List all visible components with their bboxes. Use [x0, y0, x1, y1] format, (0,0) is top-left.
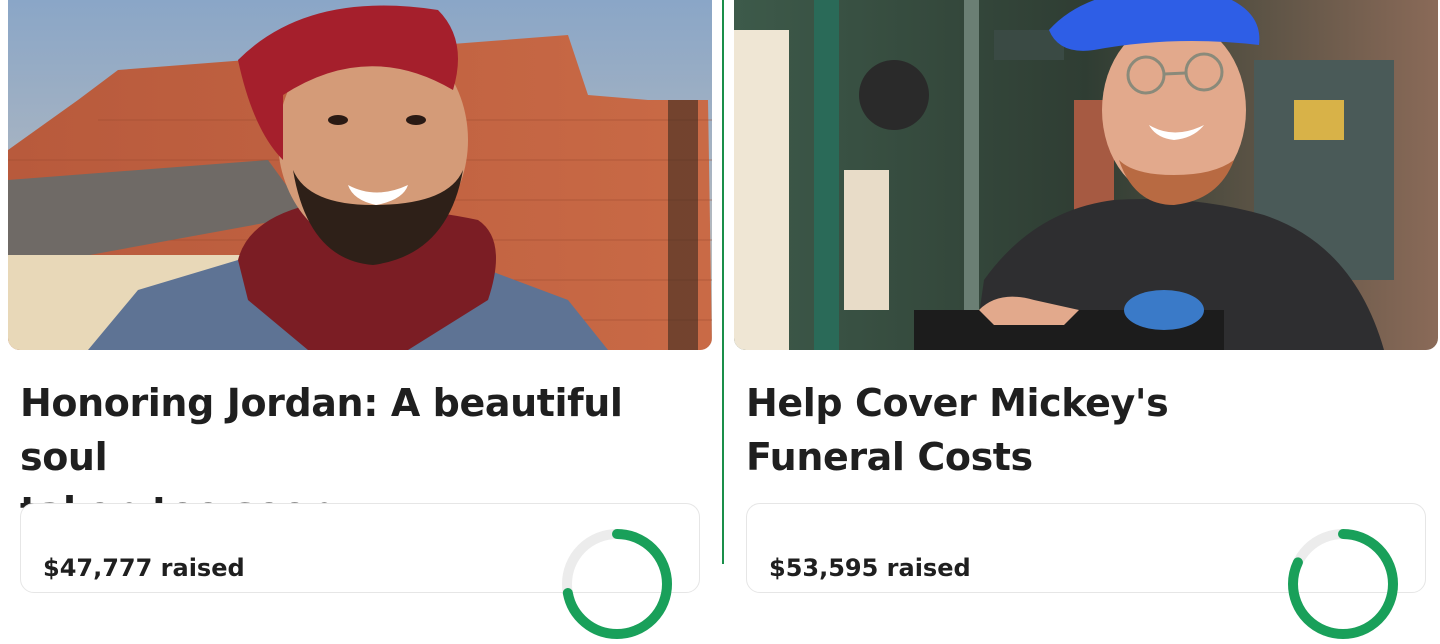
fundraiser-title-line1: Help Cover Mickey's	[746, 381, 1169, 425]
photo-mickey-illustration	[734, 0, 1438, 350]
fundraiser-title-line1: Honoring Jordan: A beautiful soul	[20, 381, 623, 479]
fundraiser-card-jordan[interactable]: Honoring Jordan: A beautiful soul taken …	[8, 0, 712, 639]
fundraiser-photo-jordan[interactable]	[8, 0, 712, 350]
progress-ring	[562, 529, 672, 639]
fundraiser-title[interactable]: Help Cover Mickey's Funeral Costs	[746, 376, 1426, 484]
fundraiser-progress-box: $47,777 raised	[20, 503, 700, 639]
raised-amount: $53,595 raised	[769, 554, 971, 582]
progress-ring	[1288, 529, 1398, 639]
column-divider	[722, 0, 724, 564]
fundraiser-progress-box: $53,595 raised	[746, 503, 1426, 639]
fundraiser-card-mickey[interactable]: Help Cover Mickey's Funeral Costs $53,59…	[734, 0, 1438, 639]
fundraiser-title-line2: Funeral Costs	[746, 435, 1033, 479]
raised-amount: $47,777 raised	[43, 554, 245, 582]
fundraiser-photo-mickey[interactable]	[734, 0, 1438, 350]
photo-jordan-illustration	[8, 0, 712, 350]
